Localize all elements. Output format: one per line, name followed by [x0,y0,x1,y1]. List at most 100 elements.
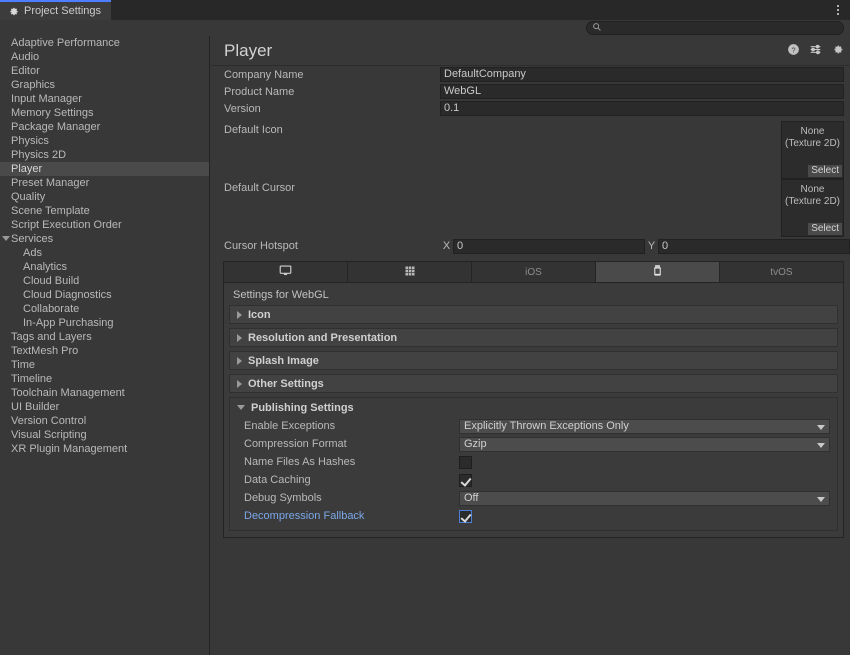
name-files-as-hashes-label: Name Files As Hashes [244,456,459,468]
chevron-down-icon[interactable] [2,236,10,241]
tab-label: Project Settings [24,5,101,17]
sidebar-item-cloud-build[interactable]: Cloud Build [0,274,209,288]
sidebar-item-label: Physics 2D [11,149,66,161]
sidebar-item-graphics[interactable]: Graphics [0,78,209,92]
company-name-label: Company Name [224,69,440,81]
sidebar-item-input-manager[interactable]: Input Manager [0,92,209,106]
sidebar-item-package-manager[interactable]: Package Manager [0,120,209,134]
sidebar-item-scene-template[interactable]: Scene Template [0,204,209,218]
version-input[interactable]: 0.1 [440,101,844,116]
default-icon-object-field[interactable]: None (Texture 2D) Select [781,121,844,179]
sidebar-item-ui-builder[interactable]: UI Builder [0,400,209,414]
sidebar-item-quality[interactable]: Quality [0,190,209,204]
sidebar-item-label: XR Plugin Management [11,443,127,455]
tab-project-settings[interactable]: Project Settings [0,0,111,20]
search-input[interactable] [605,22,843,34]
foldout-other-settings[interactable]: Other Settings [229,374,838,393]
publishing-settings-foldout[interactable]: Publishing Settings [230,398,837,417]
gear-icon[interactable] [831,43,844,56]
sidebar-item-physics-2d[interactable]: Physics 2D [0,148,209,162]
data-caching-checkbox[interactable] [459,474,472,487]
default-cursor-select-button[interactable]: Select [808,223,842,235]
product-name-label: Product Name [224,86,440,98]
sidebar-item-label: Preset Manager [11,177,89,189]
preset-icon[interactable] [809,43,822,56]
kebab-menu-icon[interactable] [826,0,850,20]
sidebar-item-player[interactable]: Player [0,162,209,176]
chevron-down-icon [817,497,825,502]
platform-tab-desktop-monitor[interactable] [224,262,348,282]
settings-for-platform-label: Settings for WebGL [229,287,838,305]
foldout-splash-image[interactable]: Splash Image [229,351,838,370]
sidebar-item-toolchain-management[interactable]: Toolchain Management [0,386,209,400]
name-files-as-hashes-checkbox[interactable] [459,456,472,469]
sidebar-item-label: Toolchain Management [11,387,125,399]
sidebar-item-visual-scripting[interactable]: Visual Scripting [0,428,209,442]
platform-tab-bar[interactable]: iOS tvOS [223,261,844,282]
decompression-fallback-checkbox[interactable] [459,510,472,523]
foldout-resolution-and-presentation[interactable]: Resolution and Presentation [229,328,838,347]
sidebar-item-cloud-diagnostics[interactable]: Cloud Diagnostics [0,288,209,302]
compression-format-dropdown[interactable]: Gzip [459,437,830,452]
sidebar-item-audio[interactable]: Audio [0,50,209,64]
sidebar-item-timeline[interactable]: Timeline [0,372,209,386]
titlebar-spacer [111,0,826,20]
sidebar-item-adaptive-performance[interactable]: Adaptive Performance [0,36,209,50]
settings-category-sidebar[interactable]: Adaptive PerformanceAudioEditorGraphicsI… [0,36,210,655]
product-name-input[interactable]: WebGL [440,84,844,99]
chevron-right-icon [237,380,242,388]
sidebar-item-editor[interactable]: Editor [0,64,209,78]
default-icon-label: Default Icon [224,124,440,136]
sidebar-item-xr-plugin-management[interactable]: XR Plugin Management [0,442,209,456]
svg-text:?: ? [791,45,795,54]
sidebar-item-label: Audio [11,51,39,63]
cursor-hotspot-x-input[interactable]: 0 [453,239,645,254]
platform-tab-ios[interactable]: iOS [472,262,596,282]
sidebar-item-label: UI Builder [11,401,59,413]
sidebar-item-memory-settings[interactable]: Memory Settings [0,106,209,120]
sidebar-item-script-execution-order[interactable]: Script Execution Order [0,218,209,232]
platform-tab-webgl[interactable] [596,262,720,282]
sidebar-item-tags-and-layers[interactable]: Tags and Layers [0,330,209,344]
sidebar-item-in-app-purchasing[interactable]: In-App Purchasing [0,316,209,330]
sidebar-item-services[interactable]: Services [0,232,209,246]
platform-tab-android[interactable] [348,262,472,282]
player-settings-panel: Player ? Company Name DefaultCompany Pro… [211,36,850,655]
sidebar-item-version-control[interactable]: Version Control [0,414,209,428]
foldout-label: Resolution and Presentation [248,332,397,344]
sidebar-item-ads[interactable]: Ads [0,246,209,260]
sidebar-item-label: Player [11,163,42,175]
sidebar-item-label: Ads [23,247,42,259]
sidebar-item-preset-manager[interactable]: Preset Manager [0,176,209,190]
sidebar-item-label: Adaptive Performance [11,37,120,49]
sidebar-item-label: Timeline [11,373,52,385]
debug-symbols-dropdown[interactable]: Off [459,491,830,506]
search-field[interactable] [586,21,844,35]
sidebar-item-analytics[interactable]: Analytics [0,260,209,274]
field-row-product-name: Product Name WebGL [211,83,850,100]
enable-exceptions-value: Explicitly Thrown Exceptions Only [464,420,629,432]
foldout-icon[interactable]: Icon [229,305,838,324]
company-name-input[interactable]: DefaultCompany [440,67,844,82]
sidebar-item-label: Analytics [23,261,67,273]
android-icon [404,265,416,280]
sidebar-item-physics[interactable]: Physics [0,134,209,148]
default-icon-select-button[interactable]: Select [808,165,842,177]
sidebar-item-label: Editor [11,65,40,77]
platform-tab-label: iOS [525,267,542,278]
enable-exceptions-dropdown[interactable]: Explicitly Thrown Exceptions Only [459,419,830,434]
sidebar-item-label: Scene Template [11,205,90,217]
help-icon[interactable]: ? [787,43,800,56]
desktop-monitor-icon [279,264,292,280]
sidebar-item-time[interactable]: Time [0,358,209,372]
compression-format-value: Gzip [464,438,487,450]
cursor-hotspot-y-input[interactable]: 0 [658,239,850,254]
search-row [0,20,850,36]
sidebar-item-collaborate[interactable]: Collaborate [0,302,209,316]
project-settings-window: Project Settings Adaptive Performance Aud… [0,0,850,655]
default-cursor-object-field[interactable]: None (Texture 2D) Select [781,179,844,237]
platform-tab-tvos[interactable]: tvOS [720,262,843,282]
chevron-right-icon [237,357,242,365]
foldout-label: Splash Image [248,355,319,367]
sidebar-item-textmesh-pro[interactable]: TextMesh Pro [0,344,209,358]
